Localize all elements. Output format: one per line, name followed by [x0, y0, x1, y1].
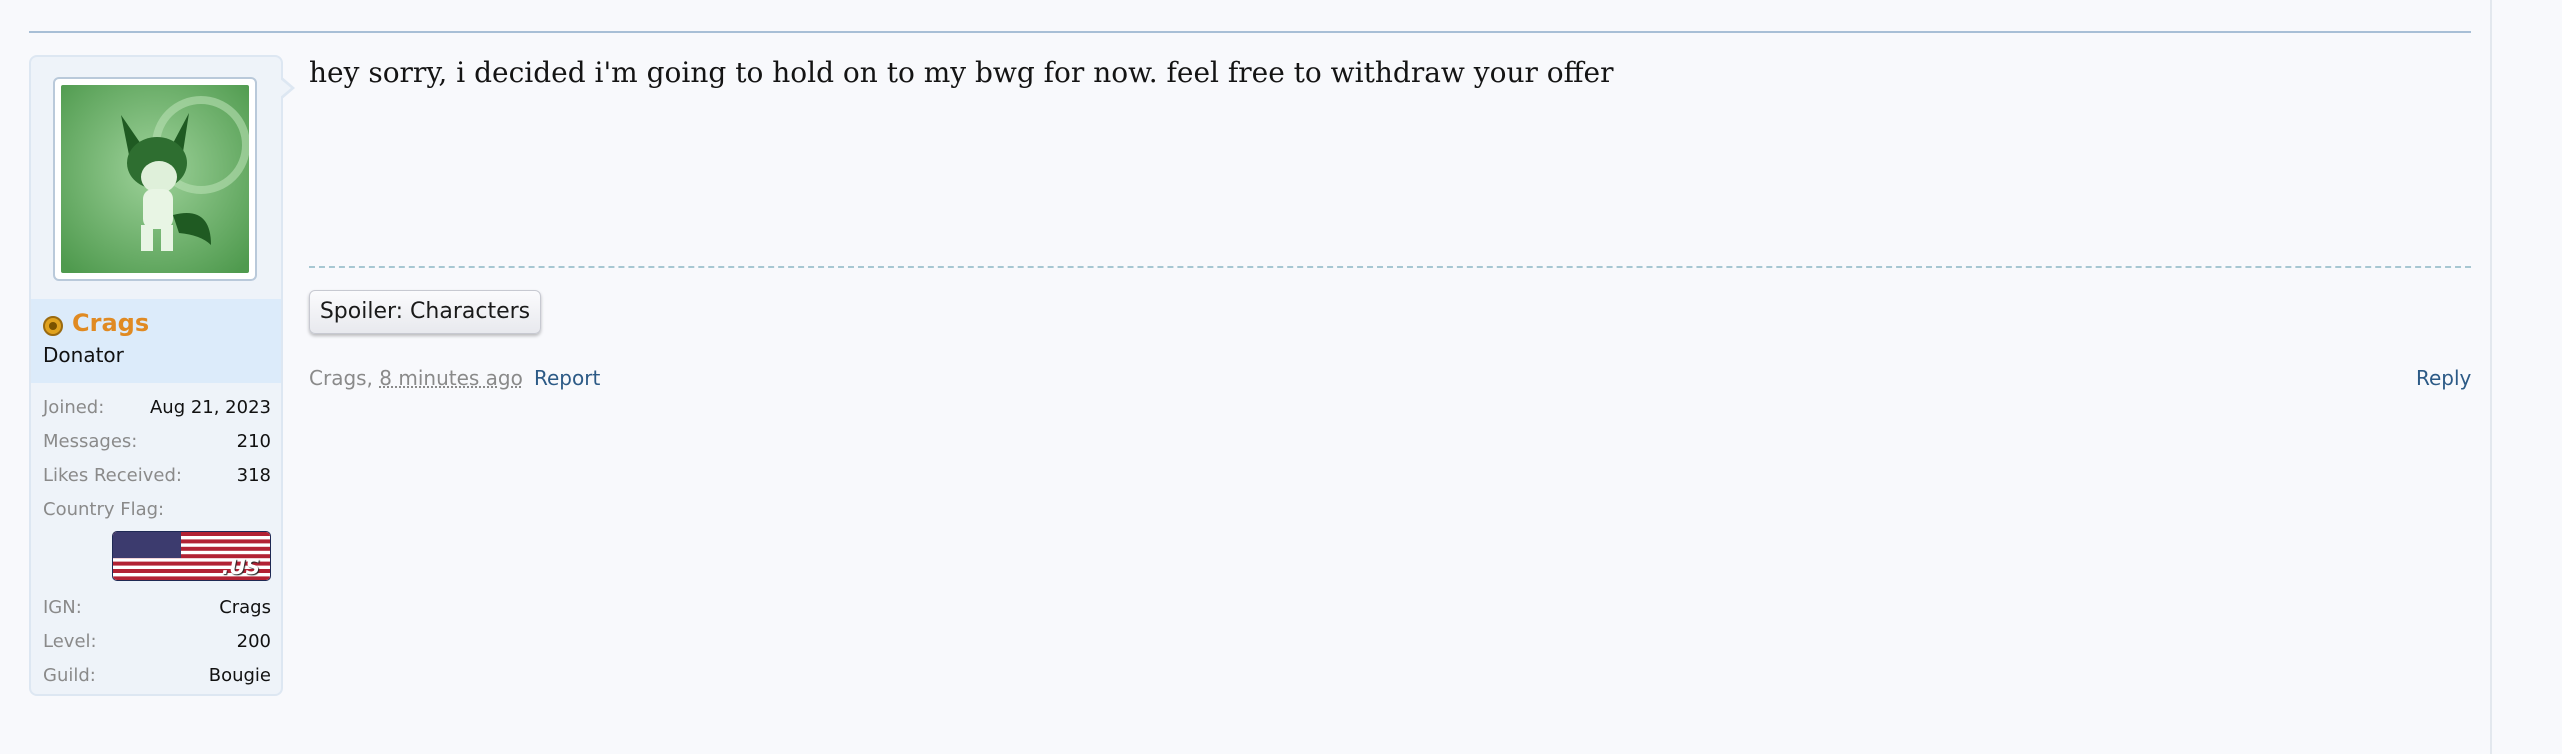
- stat-row-guild: Guild: Bougie: [43, 663, 271, 694]
- user-info-card: Crags Donator Joined: Aug 21, 2023 Messa…: [29, 55, 283, 696]
- message-body: hey sorry, i decided i'm going to hold o…: [309, 56, 1614, 89]
- stat-row-country-flag: Country Flag:: [43, 497, 271, 531]
- stat-value: Bougie: [208, 665, 271, 686]
- stat-row-joined: Joined: Aug 21, 2023: [43, 395, 271, 429]
- user-name-panel: Crags Donator: [31, 299, 281, 383]
- username-link[interactable]: Crags: [72, 309, 149, 337]
- user-title: Donator: [43, 343, 124, 367]
- stat-label: IGN:: [43, 597, 82, 618]
- avatar[interactable]: [53, 77, 257, 281]
- stat-row-ign: IGN: Crags: [43, 595, 271, 629]
- stat-value[interactable]: 210: [237, 431, 271, 452]
- stat-row-likes: Likes Received: 318: [43, 463, 271, 497]
- message-pointer: [279, 76, 295, 100]
- spoiler-button[interactable]: Spoiler: Characters: [309, 290, 541, 334]
- stat-label: Level:: [43, 631, 97, 652]
- author-link[interactable]: Crags,: [309, 366, 373, 390]
- stat-value: Crags: [219, 597, 271, 618]
- user-stats: Joined: Aug 21, 2023 Messages: 210 Likes…: [43, 395, 271, 694]
- stat-value: 200: [236, 631, 271, 652]
- stat-value: Aug 21, 2023: [149, 397, 271, 418]
- page-right-border: [2490, 0, 2492, 754]
- message-meta: Crags, 8 minutes ago: [309, 366, 523, 390]
- stat-row-messages: Messages: 210: [43, 429, 271, 463]
- timestamp-link[interactable]: 8 minutes ago: [379, 366, 523, 390]
- avatar-image: [61, 85, 249, 273]
- country-flag-row: .US: [43, 531, 271, 595]
- reply-link[interactable]: Reply: [2416, 366, 2471, 390]
- stat-label: Country Flag:: [43, 499, 165, 520]
- report-link[interactable]: Report: [534, 366, 600, 390]
- post-top-divider: [29, 31, 2471, 33]
- stat-label: Messages:: [43, 431, 138, 452]
- stat-label: Likes Received:: [43, 465, 182, 486]
- stat-label: Joined:: [43, 397, 105, 418]
- flag-text: .US: [221, 555, 260, 579]
- stat-value: 318: [236, 465, 271, 486]
- stat-label: Guild:: [43, 665, 96, 686]
- stat-row-level: Level: 200: [43, 629, 271, 663]
- signature-divider: [309, 266, 2471, 268]
- us-flag-icon: .US: [112, 531, 271, 581]
- donator-badge-icon: [43, 316, 63, 336]
